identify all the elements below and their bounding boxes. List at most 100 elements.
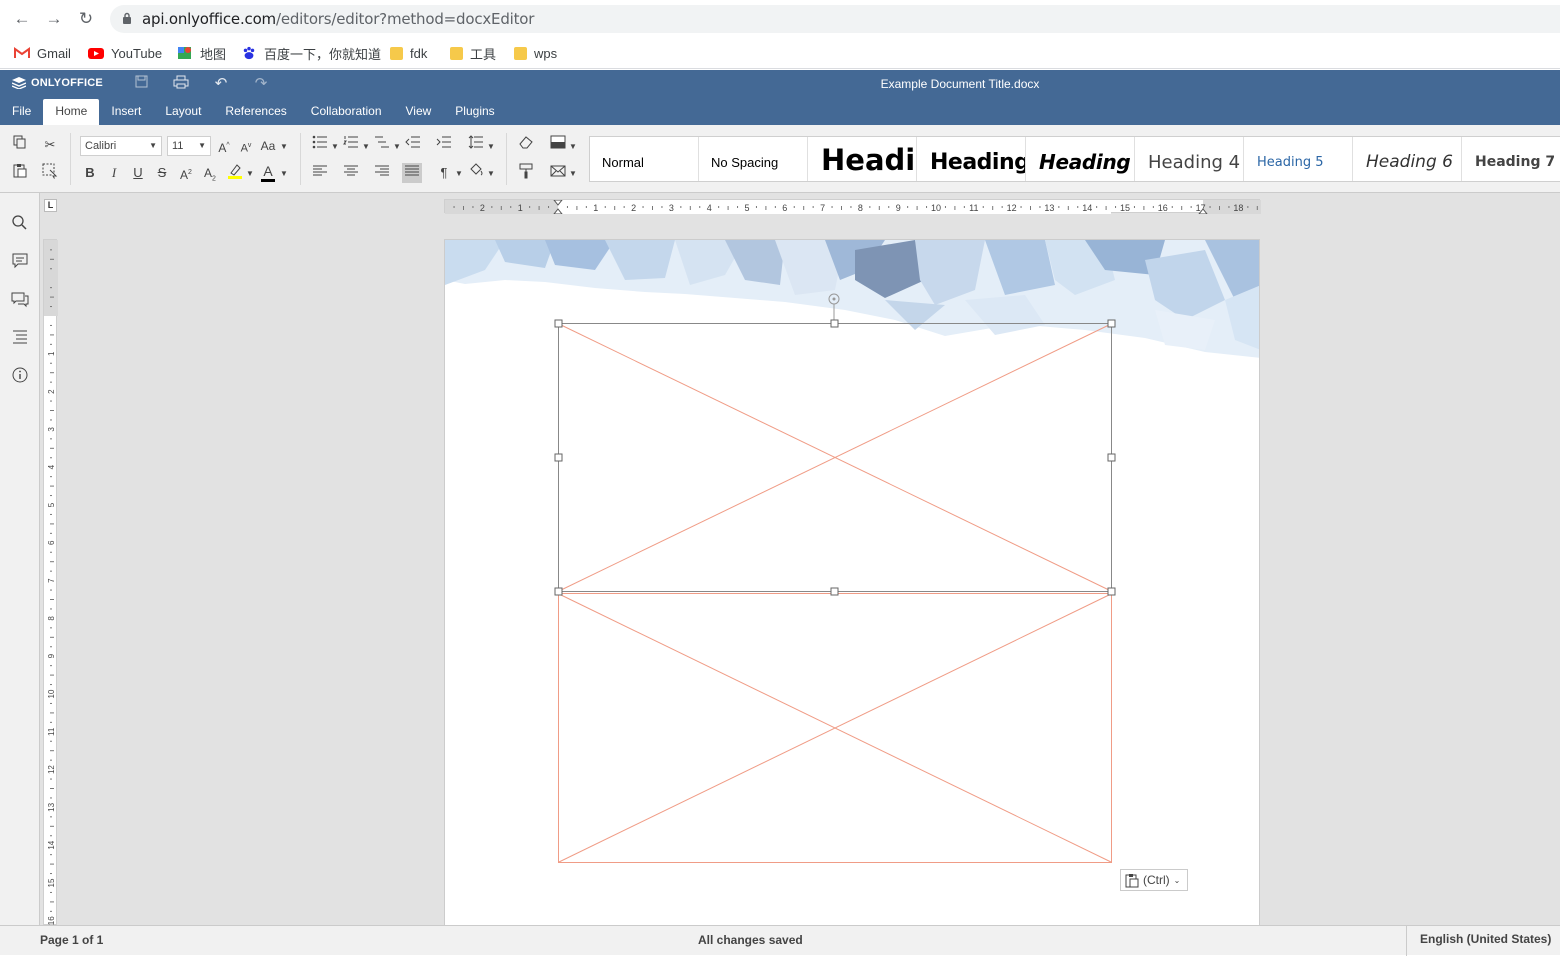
font-color-icon[interactable]: A	[258, 161, 278, 182]
ruler-number: 16	[47, 916, 56, 925]
tab-home[interactable]: Home	[43, 99, 100, 125]
ruler-number: 2	[631, 203, 636, 213]
chevron-down-icon[interactable]: ▼	[331, 142, 339, 151]
ruler-number: 4	[707, 203, 712, 213]
select-all-icon[interactable]	[40, 163, 60, 183]
decrease-indent-icon[interactable]	[403, 135, 423, 155]
copy-icon[interactable]	[10, 135, 30, 155]
tab-view[interactable]: View	[394, 99, 444, 125]
page-counter[interactable]: Page 1 of 1	[40, 933, 103, 947]
forward-icon[interactable]: →	[43, 8, 65, 30]
style-heading-7[interactable]: Heading 7	[1462, 137, 1560, 181]
tab-references[interactable]: References	[213, 99, 298, 125]
chevron-down-icon[interactable]: ▼	[569, 169, 577, 178]
paste-icon[interactable]	[10, 163, 30, 183]
header-polygon-decoration	[445, 240, 1259, 358]
paste-special-button[interactable]: (Ctrl) ⌄	[1120, 869, 1188, 891]
chevron-down-icon[interactable]: ▼	[246, 169, 254, 178]
horizontal-ruler[interactable]: 2 1 1 2 3 4 5 6 7 8 9 10 11 12 13 14 15 16 17 18	[444, 199, 1263, 215]
bookmark-maps[interactable]: 地图	[177, 44, 226, 62]
style-heading-3[interactable]: Heading	[1026, 137, 1135, 181]
strikethrough-icon[interactable]: S	[152, 163, 172, 183]
url-host: api.onlyoffice.com	[142, 10, 276, 28]
numbered-list-icon[interactable]	[341, 135, 361, 155]
bookmark-tools[interactable]: 工具	[450, 44, 496, 62]
chevron-down-icon[interactable]: ▼	[569, 142, 577, 151]
align-right-icon[interactable]	[372, 163, 392, 183]
align-left-icon[interactable]	[310, 163, 330, 183]
color-scheme-icon[interactable]	[548, 135, 568, 155]
horizontal-ruler-scale: 2 1 1 2 3 4 5 6 7 8 9 10 11 12 13 14 15 16 17 18	[445, 199, 1263, 215]
style-heading-5[interactable]: Heading 5	[1244, 137, 1353, 181]
ruler-number: 6	[782, 203, 787, 213]
cut-icon[interactable]: ✂	[40, 135, 60, 155]
language-selector[interactable]: English (United States)	[1406, 926, 1551, 956]
font-size-value: 11	[172, 140, 184, 152]
tab-insert[interactable]: Insert	[99, 99, 153, 125]
tab-plugins[interactable]: Plugins	[443, 99, 506, 125]
highlight-icon[interactable]	[225, 163, 245, 183]
tab-collaboration[interactable]: Collaboration	[299, 99, 394, 125]
vertical-ruler[interactable]: 1 2 3 4 5 6 7 8 9 10 11 12 13 14 15 16	[43, 239, 58, 925]
document-title: Example Document Title.docx	[880, 77, 1040, 91]
superscript-icon[interactable]: A2	[176, 163, 196, 183]
increase-font-icon[interactable]: A^	[214, 136, 234, 156]
style-heading-6[interactable]: Heading 6	[1353, 137, 1462, 181]
align-center-icon[interactable]	[341, 163, 361, 183]
search-icon[interactable]	[10, 213, 30, 233]
save-status: All changes saved	[698, 933, 803, 947]
bookmark-gmail[interactable]: Gmail	[14, 44, 71, 62]
chevron-down-icon[interactable]: ▼	[487, 169, 495, 178]
chevron-down-icon[interactable]: ▼	[393, 142, 401, 151]
subscript-icon[interactable]: A2	[200, 163, 220, 183]
multilevel-list-icon[interactable]	[372, 135, 392, 155]
bullet-list-icon[interactable]	[310, 135, 330, 155]
style-heading-2[interactable]: Heading	[917, 137, 1026, 181]
clear-style-icon[interactable]	[516, 135, 536, 155]
chevron-down-icon[interactable]: ▼	[487, 142, 495, 151]
copy-style-icon[interactable]	[516, 163, 536, 183]
increase-indent-icon[interactable]	[434, 135, 454, 155]
italic-icon[interactable]: I	[104, 163, 124, 183]
tab-layout[interactable]: Layout	[153, 99, 213, 125]
ruler-number: 15	[1120, 203, 1130, 213]
bold-icon[interactable]: B	[80, 163, 100, 183]
tab-file[interactable]: File	[0, 99, 43, 125]
bookmark-youtube[interactable]: YouTube	[88, 44, 162, 62]
back-icon[interactable]: ←	[11, 8, 33, 30]
decrease-font-icon[interactable]: Av	[236, 136, 256, 156]
style-normal[interactable]: Normal	[590, 137, 699, 181]
about-icon[interactable]	[10, 365, 30, 385]
mail-merge-icon[interactable]	[548, 163, 568, 183]
comments-icon[interactable]	[10, 251, 30, 271]
chevron-down-icon[interactable]: ▼	[280, 169, 288, 178]
style-heading-1[interactable]: Headi	[808, 137, 917, 181]
chevron-down-icon[interactable]: ▼	[455, 169, 463, 178]
navigation-icon[interactable]	[10, 327, 30, 347]
style-no-spacing[interactable]: No Spacing	[699, 137, 808, 181]
bookmark-fdk[interactable]: fdk	[390, 44, 427, 62]
chevron-down-icon[interactable]: ▼	[362, 142, 370, 151]
bookmark-wps[interactable]: wps	[514, 44, 557, 62]
font-name-combo[interactable]: Calibri ▼	[80, 136, 162, 156]
ruler-number: 4	[47, 464, 56, 469]
image-placeholder-2[interactable]	[558, 593, 1112, 863]
document-workspace[interactable]: L 2 1 1 2 3 4 5 6 7 8 9 10 11 12 13 14 15 16 17 18 12345678…	[40, 193, 1560, 925]
reload-icon[interactable]: ↻	[75, 8, 97, 30]
nonprinting-characters-icon[interactable]: ¶	[434, 163, 454, 183]
tab-stop-selector[interactable]: L	[44, 199, 57, 212]
toolbar-separator	[506, 133, 507, 185]
underline-icon[interactable]: U	[128, 163, 148, 183]
chat-icon[interactable]	[10, 289, 30, 309]
address-bar[interactable]: api.onlyoffice.com/editors/editor?method…	[110, 5, 1560, 33]
change-case-icon[interactable]: Aa	[258, 136, 278, 156]
document-page[interactable]	[444, 239, 1260, 925]
style-heading-4[interactable]: Heading 4	[1135, 137, 1244, 181]
justify-icon[interactable]	[402, 163, 422, 183]
chevron-down-icon[interactable]: ▼	[280, 142, 288, 151]
image-placeholder-1[interactable]	[558, 323, 1112, 592]
bookmark-baidu[interactable]: 百度一下，你就知道	[241, 44, 381, 62]
font-size-combo[interactable]: 11 ▼	[167, 136, 211, 156]
line-spacing-icon[interactable]	[466, 135, 486, 155]
paragraph-shading-icon[interactable]	[466, 163, 486, 183]
